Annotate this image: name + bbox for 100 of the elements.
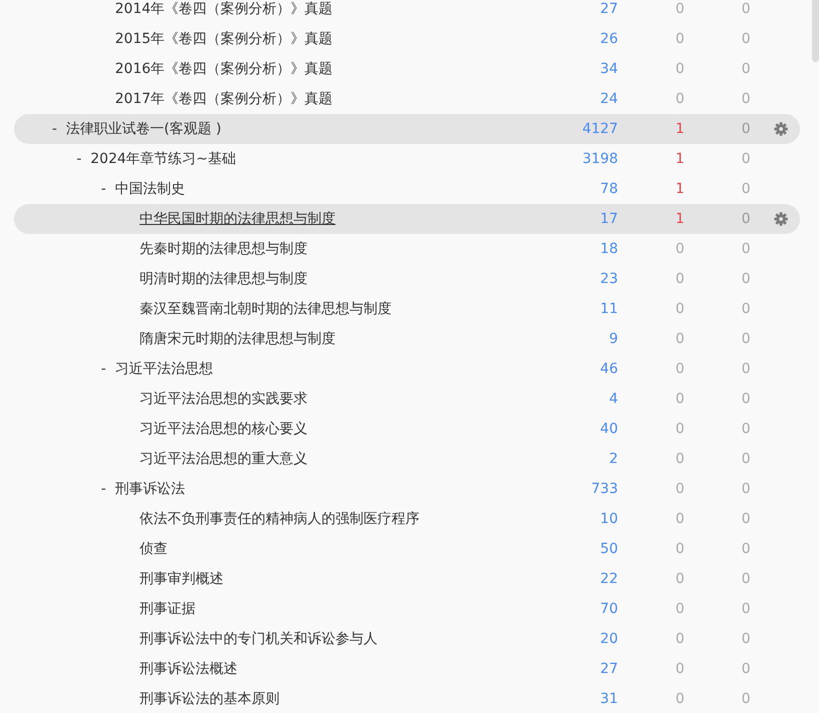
item-label[interactable]: 习近平法治思想的实践要求 xyxy=(140,390,308,408)
item-label[interactable]: 习近平法治思想的核心要义 xyxy=(140,420,308,438)
count-value: 0 xyxy=(674,301,686,317)
count-value: 0 xyxy=(674,91,686,107)
question-count: 24 xyxy=(599,91,618,107)
tree-row[interactable]: - 2024年章节练习~基础 3198 1 0 xyxy=(14,144,800,174)
item-label[interactable]: 2016年《卷四（案例分析）》真题 xyxy=(115,60,333,78)
tree-row[interactable]: 侦查 50 0 0 xyxy=(14,534,800,564)
collapse-toggle[interactable]: - xyxy=(101,361,115,377)
question-count: 2 xyxy=(608,451,618,467)
question-count: 78 xyxy=(599,181,618,197)
count-value: 0 xyxy=(740,391,752,407)
count-value: 0 xyxy=(674,511,686,527)
tree-row[interactable]: - 中国法制史 78 1 0 xyxy=(14,174,800,204)
item-label[interactable]: 刑事诉讼法概述 xyxy=(140,660,238,678)
tree-row[interactable]: 中华民国时期的法律思想与制度 17 1 0 xyxy=(14,204,800,234)
settings-icon[interactable] xyxy=(774,212,788,226)
tree-row[interactable]: 依法不负刑事责任的精神病人的强制医疗程序 10 0 0 xyxy=(14,504,800,534)
count-value: 0 xyxy=(674,631,686,647)
tree-row[interactable]: 刑事诉讼法的基本原则 31 0 0 xyxy=(14,684,800,713)
question-count: 23 xyxy=(599,271,618,287)
question-count: 27 xyxy=(599,1,618,17)
collapse-toggle[interactable]: - xyxy=(101,481,115,497)
count-value: 0 xyxy=(674,31,686,47)
question-count: 40 xyxy=(599,421,618,437)
item-label[interactable]: 刑事审判概述 xyxy=(140,570,224,588)
count-value: 0 xyxy=(740,211,752,227)
count-value: 0 xyxy=(674,691,686,707)
count-value: 0 xyxy=(740,91,752,107)
question-count: 17 xyxy=(599,211,618,227)
count-value: 0 xyxy=(740,601,752,617)
tree-row[interactable]: 习近平法治思想的实践要求 4 0 0 xyxy=(14,384,800,414)
count-value: 0 xyxy=(740,481,752,497)
item-label[interactable]: 侦查 xyxy=(140,540,168,558)
tree-row[interactable]: 2016年《卷四（案例分析）》真题 34 0 0 xyxy=(14,54,800,84)
tree-row[interactable]: - 习近平法治思想 46 0 0 xyxy=(14,354,800,384)
collapse-toggle[interactable]: - xyxy=(76,151,90,167)
count-value: 0 xyxy=(740,631,752,647)
count-value: 0 xyxy=(740,121,752,137)
tree-row[interactable]: 2014年《卷四（案例分析）》真题 27 0 0 xyxy=(14,0,800,24)
count-value: 0 xyxy=(740,451,752,467)
count-value: 0 xyxy=(674,241,686,257)
count-value: 0 xyxy=(674,61,686,77)
count-value: 0 xyxy=(674,661,686,677)
item-label[interactable]: 刑事诉讼法中的专门机关和诉讼参与人 xyxy=(140,630,378,648)
question-count: 34 xyxy=(599,61,618,77)
tree-row[interactable]: 明清时期的法律思想与制度 23 0 0 xyxy=(14,264,800,294)
scrollbar-thumb[interactable] xyxy=(812,0,819,62)
tree-row[interactable]: 2017年《卷四（案例分析）》真题 24 0 0 xyxy=(14,84,800,114)
tree-row[interactable]: 习近平法治思想的核心要义 40 0 0 xyxy=(14,414,800,444)
item-label[interactable]: 习近平法治思想的重大意义 xyxy=(140,450,308,468)
tree-row[interactable]: 刑事证据 70 0 0 xyxy=(14,594,800,624)
count-value: 0 xyxy=(674,541,686,557)
tree-row[interactable]: 刑事诉讼法中的专门机关和诉讼参与人 20 0 0 xyxy=(14,624,800,654)
item-label[interactable]: 中华民国时期的法律思想与制度 xyxy=(140,210,336,228)
item-label[interactable]: 2017年《卷四（案例分析）》真题 xyxy=(115,90,333,108)
item-label[interactable]: 明清时期的法律思想与制度 xyxy=(140,270,308,288)
count-value: 0 xyxy=(674,1,686,17)
item-label[interactable]: 法律职业试卷一(客观题 ) xyxy=(66,120,222,138)
tree-row[interactable]: 先秦时期的法律思想与制度 18 0 0 xyxy=(14,234,800,264)
question-count: 4 xyxy=(608,391,618,407)
tree-row[interactable]: 刑事审判概述 22 0 0 xyxy=(14,564,800,594)
count-value: 0 xyxy=(740,421,752,437)
item-label[interactable]: 习近平法治思想 xyxy=(115,360,213,378)
settings-icon[interactable] xyxy=(774,122,788,136)
collapse-toggle[interactable]: - xyxy=(52,121,66,137)
item-label[interactable]: 刑事诉讼法 xyxy=(115,480,185,498)
count-value: 0 xyxy=(674,451,686,467)
tree-row[interactable]: 秦汉至魏晋南北朝时期的法律思想与制度 11 0 0 xyxy=(14,294,800,324)
tree-row[interactable]: 刑事诉讼法概述 27 0 0 xyxy=(14,654,800,684)
item-label[interactable]: 隋唐宋元时期的法律思想与制度 xyxy=(140,330,336,348)
item-label[interactable]: 中国法制史 xyxy=(115,180,185,198)
count-value: 1 xyxy=(674,181,686,197)
question-count: 9 xyxy=(608,331,618,347)
item-label[interactable]: 刑事诉讼法的基本原则 xyxy=(140,690,280,708)
tree-row[interactable]: 习近平法治思想的重大意义 2 0 0 xyxy=(14,444,800,474)
question-count: 46 xyxy=(599,361,618,377)
question-count: 10 xyxy=(599,511,618,527)
item-label[interactable]: 2015年《卷四（案例分析）》真题 xyxy=(115,30,333,48)
count-value: 0 xyxy=(740,511,752,527)
tree-row[interactable]: - 法律职业试卷一(客观题 ) 4127 1 0 xyxy=(14,114,800,144)
item-label[interactable]: 依法不负刑事责任的精神病人的强制医疗程序 xyxy=(140,510,420,528)
tree-row[interactable]: 隋唐宋元时期的法律思想与制度 9 0 0 xyxy=(14,324,800,354)
count-value: 1 xyxy=(674,211,686,227)
item-label[interactable]: 2014年《卷四（案例分析）》真题 xyxy=(115,0,333,18)
tree-row[interactable]: 2015年《卷四（案例分析）》真题 26 0 0 xyxy=(14,24,800,54)
count-value: 0 xyxy=(740,241,752,257)
item-label[interactable]: 先秦时期的法律思想与制度 xyxy=(140,240,308,258)
question-count: 50 xyxy=(599,541,618,557)
tree-row[interactable]: - 刑事诉讼法 733 0 0 xyxy=(14,474,800,504)
item-label[interactable]: 刑事证据 xyxy=(140,600,196,618)
count-value: 0 xyxy=(674,331,686,347)
collapse-toggle[interactable]: - xyxy=(101,181,115,197)
count-value: 0 xyxy=(740,1,752,17)
count-value: 0 xyxy=(674,571,686,587)
count-value: 0 xyxy=(740,151,752,167)
item-label[interactable]: 2024年章节练习~基础 xyxy=(90,150,236,168)
question-count: 31 xyxy=(599,691,618,707)
item-label[interactable]: 秦汉至魏晋南北朝时期的法律思想与制度 xyxy=(140,300,392,318)
question-count: 27 xyxy=(599,661,618,677)
